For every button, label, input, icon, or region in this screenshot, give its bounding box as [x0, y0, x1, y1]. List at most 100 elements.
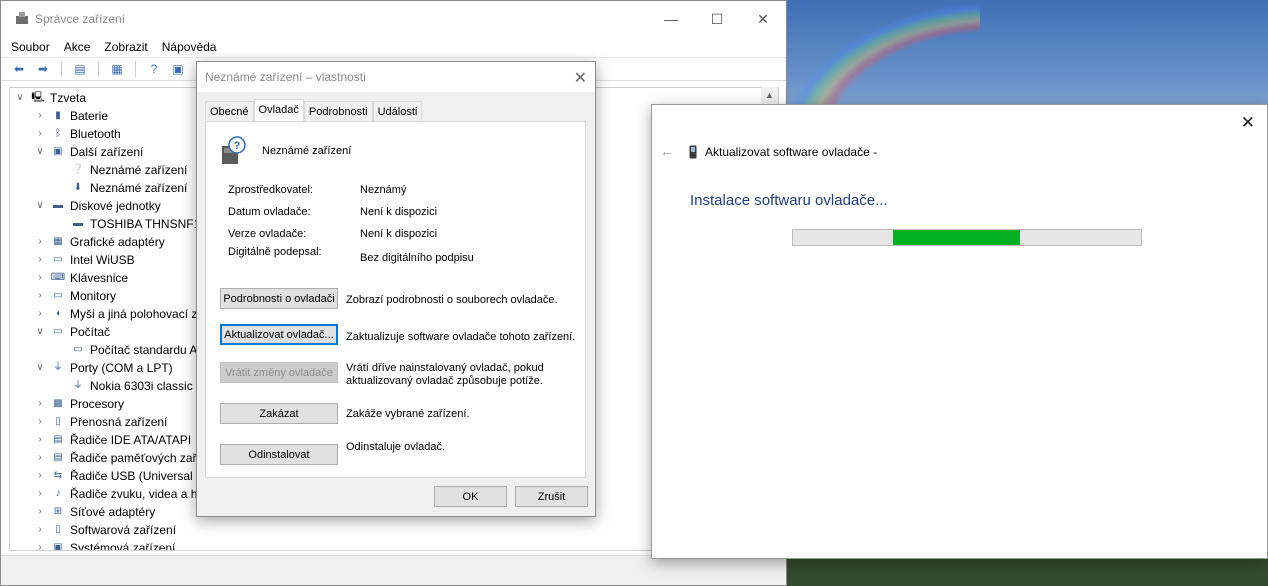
rollback-driver-button[interactable]: Vrátit změny ovladače [220, 362, 338, 383]
tree-device[interactable]: ▭ Počítač standardu A [54, 341, 197, 359]
chevron-right-icon[interactable]: › [34, 539, 46, 550]
menu-soubor[interactable]: Soubor [11, 40, 50, 54]
list-view-icon[interactable]: ▦ [107, 60, 127, 78]
tree-category[interactable]: › ▩ Procesory [34, 395, 124, 413]
chevron-right-icon[interactable]: › [34, 467, 46, 485]
tree-category[interactable]: › ▭ Monitory [34, 287, 116, 305]
properties-icon[interactable]: ▤ [70, 60, 90, 78]
other-devices-icon: ▣ [53, 146, 63, 157]
uninstall-driver-button[interactable]: Odinstalovat [220, 444, 338, 465]
chevron-right-icon[interactable]: › [34, 503, 46, 521]
tree-category[interactable]: ∨ ▭ Počítač [34, 323, 110, 341]
chevron-right-icon[interactable]: › [34, 485, 46, 503]
tree-category[interactable]: › ▣ Systémová zařízení [34, 539, 175, 551]
tree-category[interactable]: › ▯ Přenosná zařízení [34, 413, 167, 431]
tab-ovladac[interactable]: Ovladač [253, 99, 304, 122]
driver-details-button[interactable]: Podrobnosti o ovladači [220, 288, 338, 309]
tree-category[interactable]: › ▭ Intel WiUSB [34, 251, 135, 269]
close-icon[interactable]: ✕ [1241, 113, 1255, 133]
forward-arrow-icon[interactable]: ➡ [33, 60, 53, 78]
tree-category[interactable]: ∨ ⏚ Porty (COM a LPT) [34, 359, 172, 377]
scroll-up-icon[interactable]: ▲ [761, 87, 778, 104]
maximize-button[interactable]: ☐ [694, 1, 740, 37]
tree-root[interactable]: ∨ 🖳 Tzveta [14, 89, 86, 107]
unknown-device-download-icon: ⬇ [73, 182, 83, 193]
chevron-down-icon[interactable]: ∨ [34, 323, 46, 341]
chevron-right-icon[interactable]: › [34, 107, 46, 125]
chevron-right-icon[interactable]: › [34, 287, 46, 305]
menu-akce[interactable]: Akce [64, 40, 91, 54]
chevron-right-icon[interactable]: › [34, 413, 46, 431]
tree-category[interactable]: › ♪ Řadiče zvuku, videa a he [34, 485, 204, 503]
tree-category[interactable]: › ▯ Softwarová zařízení [34, 521, 176, 539]
tree-item-label: Řadiče zvuku, videa a he [70, 487, 205, 501]
tree-device[interactable]: ⏚ Nokia 6303i classic U [54, 377, 205, 395]
tree-category[interactable]: › ▮ Baterie [34, 107, 108, 125]
tree-category[interactable]: › ᛒ Bluetooth [34, 125, 120, 143]
tree-item-label: Další zařízení [70, 145, 144, 159]
tree-item-label: Síťové adaptéry [70, 505, 156, 519]
disk-icon: ▬ [53, 200, 63, 211]
tree-device[interactable]: ❔ Neznámé zařízení [54, 161, 188, 179]
update-driver-button[interactable]: Aktualizovat ovladač... [220, 324, 338, 345]
battery-icon: ▮ [55, 110, 61, 121]
panel-icon[interactable]: ▣ [168, 60, 188, 78]
chevron-right-icon[interactable]: › [34, 521, 46, 539]
back-arrow-icon[interactable]: ← [660, 143, 674, 159]
cancel-button[interactable]: Zrušit [515, 486, 588, 507]
chevron-right-icon[interactable]: › [34, 431, 46, 449]
tab-udalosti[interactable]: Události [372, 101, 423, 122]
install-progress-bar [792, 229, 1142, 246]
tree-category[interactable]: › ▦ Grafické adaptéry [34, 233, 164, 251]
system-device-icon: ▣ [53, 542, 63, 551]
ok-button[interactable]: OK [434, 486, 507, 507]
device-manager-icon [15, 11, 29, 28]
close-button[interactable]: ✕ [740, 1, 786, 37]
back-arrow-icon[interactable]: ⬅ [9, 60, 29, 78]
chevron-right-icon[interactable]: › [34, 251, 46, 269]
usb-icon: ⇆ [53, 470, 63, 481]
keyboard-icon: ⌨ [50, 272, 66, 283]
tree-category[interactable]: › ▤ Řadiče paměťových zaří [34, 449, 200, 467]
help-icon[interactable]: ? [144, 60, 164, 78]
chevron-down-icon[interactable]: ∨ [14, 89, 26, 107]
minimize-button[interactable]: — [648, 1, 694, 37]
tree-item-label: Monitory [70, 289, 117, 303]
chevron-down-icon[interactable]: ∨ [34, 197, 46, 215]
tree-item-label: Intel WiUSB [70, 253, 135, 267]
tree-category[interactable]: › ▤ Řadiče IDE ATA/ATAPI [34, 431, 191, 449]
tree-item-label: Počítač standardu A [90, 343, 198, 357]
menu-zobrazit[interactable]: Zobrazit [104, 40, 147, 54]
disable-device-button[interactable]: Zakázat [220, 403, 338, 424]
tree-category[interactable]: ∨ ▬ Diskové jednotky [34, 197, 161, 215]
tab-obecne[interactable]: Obecné [205, 101, 254, 122]
tree-device[interactable]: ▬ TOSHIBA THNSNF12 [54, 215, 207, 233]
chevron-right-icon[interactable]: › [34, 269, 46, 287]
tree-item-label: Diskové jednotky [70, 199, 161, 213]
chevron-right-icon[interactable]: › [34, 395, 46, 413]
chevron-right-icon[interactable]: › [34, 233, 46, 251]
chevron-right-icon[interactable]: › [34, 305, 46, 323]
properties-titlebar[interactable]: Neznámé zařízení – vlastnosti ✕ [197, 62, 595, 92]
close-icon[interactable]: ✕ [574, 68, 587, 88]
tree-item-label: Počítač [70, 325, 111, 339]
rollback-driver-desc: Vrátí dříve nainstalovaný ovladač, pokud… [346, 362, 544, 387]
tree-category[interactable]: ∨ ▣ Další zařízení [34, 143, 143, 161]
chevron-right-icon[interactable]: › [34, 125, 46, 143]
tree-item-label: Procesory [70, 397, 125, 411]
tree-category[interactable]: › ⊞ Síťové adaptéry [34, 503, 155, 521]
chevron-down-icon[interactable]: ∨ [34, 143, 46, 161]
chevron-right-icon[interactable]: › [34, 449, 46, 467]
tree-category[interactable]: › ⇆ Řadiče USB (Universal Se [34, 467, 210, 485]
chevron-down-icon[interactable]: ∨ [34, 359, 46, 377]
tree-item-label: Neznámé zařízení [90, 181, 188, 195]
menu-napoveda[interactable]: Nápověda [162, 40, 217, 54]
tree-category[interactable]: › ◖ Myši a jiná polohovací z [34, 305, 197, 323]
tree-item-label: TOSHIBA THNSNF12 [90, 217, 207, 231]
field-value-signer: Bez digitálního podpisu [360, 252, 474, 264]
tree-item-label: Nokia 6303i classic U [90, 379, 205, 393]
tree-category[interactable]: › ⌨ Klávesnice [34, 269, 128, 287]
tree-device[interactable]: ⬇ Neznámé zařízení [54, 179, 188, 197]
tree-item-label: Klávesnice [70, 271, 129, 285]
tab-podrobnosti[interactable]: Podrobnosti [303, 101, 373, 122]
